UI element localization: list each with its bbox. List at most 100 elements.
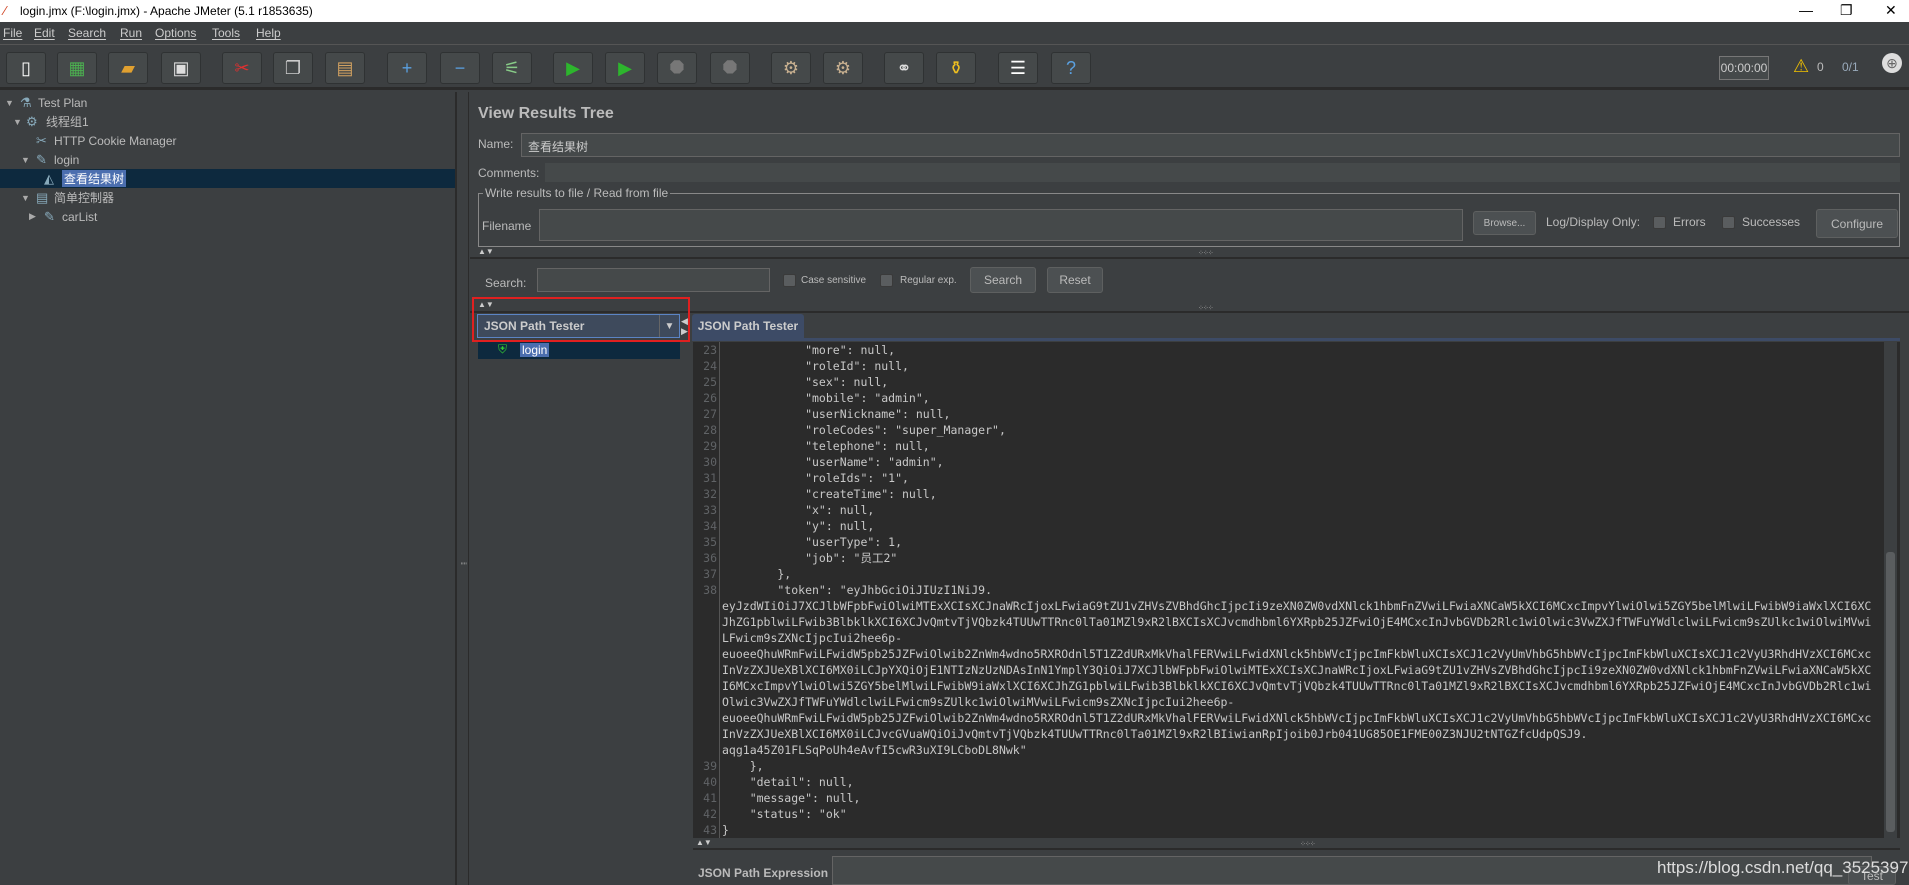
log-display-label: Log/Display Only: <box>1546 215 1641 229</box>
code-line: 24 "roleId": null, <box>693 358 1893 374</box>
tree-node[interactable]: ▶ ✎ carList <box>0 207 455 226</box>
name-input[interactable]: 查看结果树 <box>521 133 1900 157</box>
successes-label: Successes <box>1742 215 1801 229</box>
menu-edit[interactable]: Edit <box>34 26 55 40</box>
line-text: "y": null, <box>722 519 875 533</box>
menu-run[interactable]: Run <box>120 26 142 40</box>
line-number: 35 <box>703 535 717 549</box>
list-item[interactable]: ⛨ login <box>478 342 680 359</box>
copy-button[interactable]: ❐ <box>273 52 313 84</box>
code-line: LFwicm9sZXNcIjpcIui2hee6p- <box>693 630 1893 646</box>
comments-label: Comments: <box>478 166 540 180</box>
tree-node-label: 简单控制器 <box>54 191 115 205</box>
open-button[interactable]: ▰ <box>108 52 148 84</box>
cut-button[interactable]: ✂ <box>222 52 262 84</box>
scrollbar-thumb[interactable] <box>1886 552 1895 832</box>
code-line: 25 "sex": null, <box>693 374 1893 390</box>
tab-json-path-tester[interactable]: JSON Path Tester <box>692 314 804 338</box>
shutdown-button[interactable]: ⯃ <box>710 52 750 84</box>
successes-checkbox[interactable] <box>1722 216 1735 229</box>
reset-search-broom-button[interactable]: ⚱ <box>936 52 976 84</box>
tree-node[interactable]: ▼ ▤ 简单控制器 <box>0 188 455 207</box>
line-text: euoeeQhuWRmFwiLFwidW5pb25JZFwiOlwib2ZnWm… <box>722 647 1872 661</box>
new-button[interactable]: ▯ <box>6 52 46 84</box>
menu-file[interactable]: File <box>3 26 22 40</box>
menu-options[interactable]: Options <box>155 26 196 40</box>
success-shield-icon: ⛨ <box>498 342 508 356</box>
code-line: 39 }, <box>693 758 1893 774</box>
splitter-grip-1[interactable]: ⁘⁘⁘ <box>1198 249 1214 257</box>
configure-button[interactable]: Configure <box>1816 209 1898 238</box>
expand-button[interactable]: + <box>387 52 427 84</box>
tree-node[interactable]: ▼ ✎ login <box>0 150 455 169</box>
response-text-area[interactable]: 23 "more": null, 24 "roleId": null, 25 "se… <box>693 342 1900 838</box>
code-line: 35 "userType": 1, <box>693 534 1893 550</box>
restore-button[interactable]: ❐ <box>1840 2 1853 19</box>
stop-button[interactable]: ⯃ <box>657 52 697 84</box>
close-button[interactable]: ✕ <box>1885 2 1897 19</box>
expanded-arrow-icon[interactable]: ▼ <box>13 117 22 127</box>
code-line: 23 "more": null, <box>693 342 1893 358</box>
line-number: 43 <box>703 823 717 837</box>
search-label: Search: <box>485 276 527 290</box>
filename-input[interactable] <box>539 209 1463 241</box>
line-text: I6MCxcImpvYlwiOlwi5ZGY5belMlwiLFwibW9iaW… <box>722 679 1872 693</box>
toggle-icon: ⚟ <box>503 57 521 78</box>
errors-checkbox[interactable] <box>1653 216 1666 229</box>
toolbar: ▯ ▦ ▰ ▣ ✂ ❐ ▤ + − ⚟ ▶ ▶ ⯃ ⯃ ⚙ ⚙ ⚭ ⚱ ☰? 00:00:00 ⚠ 0 0/1 ⊕ <box>0 46 1909 90</box>
case-sensitive-checkbox[interactable] <box>783 274 796 287</box>
menu-help[interactable]: Help <box>256 26 281 40</box>
line-text: "detail": null, <box>722 775 854 789</box>
line-text: "token": "eyJhbGciOiJIUzI1NiJ9. <box>722 583 993 597</box>
tree-node[interactable]: ✂ HTTP Cookie Manager <box>0 131 455 150</box>
function-helper-button[interactable]: ☰ <box>998 52 1038 84</box>
search-button[interactable]: Search <box>970 267 1036 293</box>
warning-icon[interactable]: ⚠ <box>1793 56 1809 77</box>
main-splitter[interactable]: ⁞⁞ <box>456 92 469 885</box>
menu-search[interactable]: Search <box>68 26 106 40</box>
help-button[interactable]: ? <box>1051 52 1091 84</box>
collapse-arrows[interactable]: ◀ ▶ <box>681 316 688 336</box>
clear-button[interactable]: ⚙ <box>771 52 811 84</box>
collapse-button[interactable]: − <box>440 52 480 84</box>
line-text: "more": null, <box>722 343 896 357</box>
start-button[interactable]: ▶ <box>553 52 593 84</box>
tree-node[interactable]: ▼ ⚙ 线程组1 <box>0 112 455 131</box>
code-line: 36 "job": "员工2" <box>693 550 1893 566</box>
splitter-arrows-3[interactable]: ▲▼ <box>696 838 712 847</box>
copy-icon: ❐ <box>284 57 302 78</box>
toggle-button[interactable]: ⚟ <box>492 52 532 84</box>
collapsed-arrow-icon[interactable]: ▶ <box>29 211 36 222</box>
splitter-arrows-1[interactable]: ▲▼ <box>478 247 494 256</box>
expanded-arrow-icon[interactable]: ▼ <box>21 155 30 165</box>
line-number: 27 <box>703 407 717 421</box>
jmeter-feather-icon: ⁄ <box>4 3 7 18</box>
start-no-pauses-button[interactable]: ▶ <box>605 52 645 84</box>
search-input[interactable] <box>537 268 770 292</box>
tree-node[interactable]: ▼ ⚗ Test Plan <box>0 93 455 112</box>
comments-input[interactable] <box>545 163 1900 182</box>
expanded-arrow-icon[interactable]: ▼ <box>21 193 30 203</box>
remote-globe-icon[interactable]: ⊕ <box>1882 53 1902 73</box>
expanded-arrow-icon[interactable]: ▼ <box>5 98 14 108</box>
splitter-grip-3[interactable]: ⁘⁘⁘ <box>1300 840 1316 848</box>
templates-button[interactable]: ▦ <box>57 52 97 84</box>
paste-icon: ▤ <box>336 57 354 78</box>
vertical-scrollbar[interactable] <box>1884 342 1897 838</box>
paste-button[interactable]: ▤ <box>325 52 365 84</box>
minimize-button[interactable]: — <box>1799 2 1813 18</box>
sample-results-list: ⛨ login <box>478 342 680 885</box>
menu-tools[interactable]: Tools <box>212 26 240 40</box>
search-binoculars-button[interactable]: ⚭ <box>884 52 924 84</box>
line-text: "userNickname": null, <box>722 407 951 421</box>
line-text: aqg1a45Z01FLSqPoUh4eAvfI5cwR3uXI9LCboDL8… <box>722 743 1027 757</box>
code-line: I6MCxcImpvYlwiOlwi5ZGY5belMlwiLFwibW9iaW… <box>693 678 1893 694</box>
browse-button[interactable]: Browse... <box>1473 211 1536 235</box>
regular-exp-checkbox[interactable] <box>880 274 893 287</box>
tree-node[interactable]: ◭ 查看结果树 <box>0 169 455 188</box>
clear-all-button[interactable]: ⚙ <box>823 52 863 84</box>
save-button[interactable]: ▣ <box>161 52 201 84</box>
line-number: 39 <box>703 759 717 773</box>
reset-button[interactable]: Reset <box>1047 267 1103 293</box>
tree-node-label: 查看结果树 <box>62 170 127 187</box>
